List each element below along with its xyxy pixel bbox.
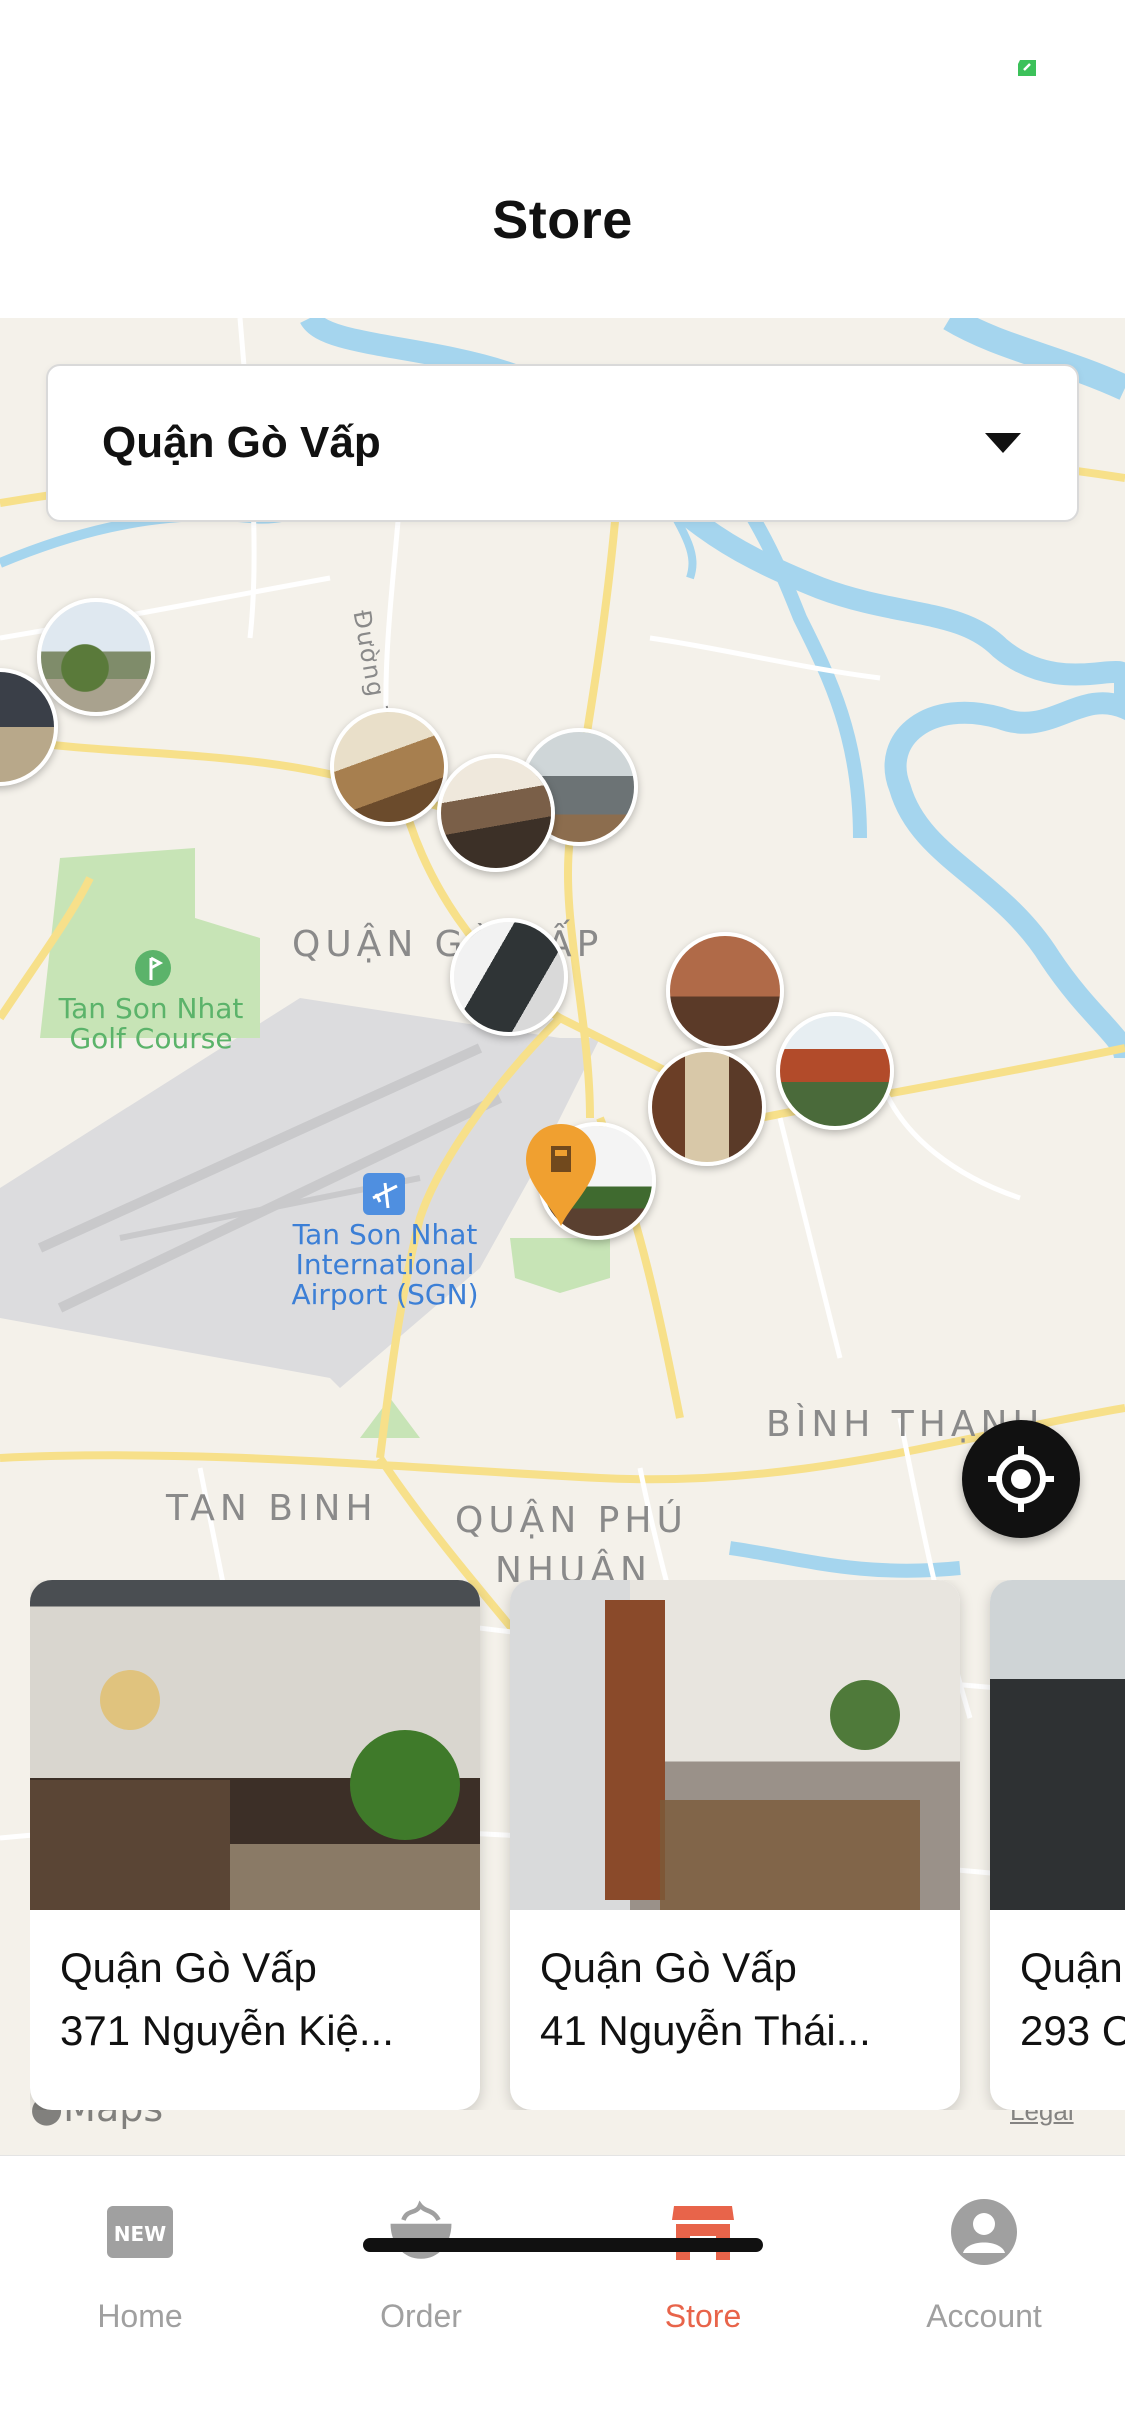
district-select-value: Quận Gò Vấp <box>102 418 381 467</box>
district-select[interactable]: Quận Gò Vấp <box>46 364 1079 522</box>
map-label-airport-line3: Airport (SGN) <box>291 1278 479 1311</box>
store-info: Quận Gò Vấp 371 Nguyễn Kiệ... <box>30 1910 480 2066</box>
store-district: Quận <box>1020 1944 1123 1991</box>
header: Store <box>0 120 1125 320</box>
store-photo <box>30 1580 480 1910</box>
store-address: 41 Nguyễn Thái... <box>540 2007 871 2054</box>
map-label-golf: Tan Son Nhat Golf Course <box>56 994 246 1054</box>
store-card[interactable]: Quận Gò Vấp 41 Nguyễn Thái... <box>510 1580 960 2110</box>
my-location-button[interactable] <box>962 1420 1080 1538</box>
page-title: Store <box>492 190 633 250</box>
tab-order-label: Order <box>380 2298 462 2334</box>
home-indicator[interactable] <box>363 2238 763 2252</box>
map-label-golf-line2: Golf Course <box>69 1022 233 1055</box>
tab-store[interactable]: Store <box>603 2196 803 2335</box>
new-badge-icon: NEW <box>104 2196 176 2268</box>
store-card[interactable]: Quận Gò Vấp 371 Nguyễn Kiệ... <box>30 1580 480 2110</box>
crosshair-icon <box>988 1446 1054 1512</box>
store-address: 293 C <box>1020 2007 1125 2054</box>
store-card-list[interactable]: Quận Gò Vấp 371 Nguyễn Kiệ... Quận Gò Vấ… <box>30 1580 1125 2110</box>
map-label-airport-line2: International <box>295 1248 475 1281</box>
tab-account-label: Account <box>926 2298 1042 2334</box>
store-district: Quận Gò Vấp <box>540 1944 797 1991</box>
tab-account[interactable]: Account <box>884 2196 1084 2335</box>
store-marker[interactable] <box>776 1012 894 1130</box>
map-label-phu-nhuan-1: QUẬN PHÚ <box>455 1500 688 1541</box>
map-label-airport-line1: Tan Son Nhat <box>292 1218 478 1251</box>
store-marker[interactable] <box>666 932 784 1050</box>
tab-order[interactable]: Order <box>321 2196 521 2335</box>
store-district: Quận Gò Vấp <box>60 1944 317 1991</box>
svg-text:NEW: NEW <box>114 2222 166 2246</box>
store-marker[interactable] <box>330 708 448 826</box>
map-label-tan-binh: TAN BINH <box>166 1488 378 1529</box>
tab-store-label: Store <box>664 2298 742 2334</box>
coffee-cup-icon <box>385 2196 457 2268</box>
map-label-airport: Tan Son Nhat International Airport (SGN) <box>285 1220 485 1310</box>
store-marker[interactable] <box>437 754 555 872</box>
map-label-golf-line1: Tan Son Nhat <box>58 992 244 1025</box>
location-pin-icon[interactable] <box>522 1120 600 1230</box>
battery-icon <box>1018 60 1036 76</box>
store-photo <box>510 1580 960 1910</box>
store-info: Quận 293 C <box>990 1910 1125 2066</box>
store-address: 371 Nguyễn Kiệ... <box>60 2007 394 2054</box>
store-icon <box>667 2196 739 2268</box>
tab-bar: NEW Home Order Store Account <box>0 2155 1125 2436</box>
store-marker[interactable] <box>648 1048 766 1166</box>
store-photo <box>990 1580 1125 1910</box>
tab-home-label: Home <box>97 2298 183 2334</box>
tab-home[interactable]: NEW Home <box>40 2196 240 2335</box>
store-marker[interactable] <box>37 598 155 716</box>
chevron-down-icon <box>985 433 1021 453</box>
store-card[interactable]: Quận 293 C <box>990 1580 1125 2110</box>
user-icon <box>948 2196 1020 2268</box>
store-info: Quận Gò Vấp 41 Nguyễn Thái... <box>510 1910 960 2066</box>
store-marker[interactable] <box>450 918 568 1036</box>
status-bar <box>0 0 1125 120</box>
